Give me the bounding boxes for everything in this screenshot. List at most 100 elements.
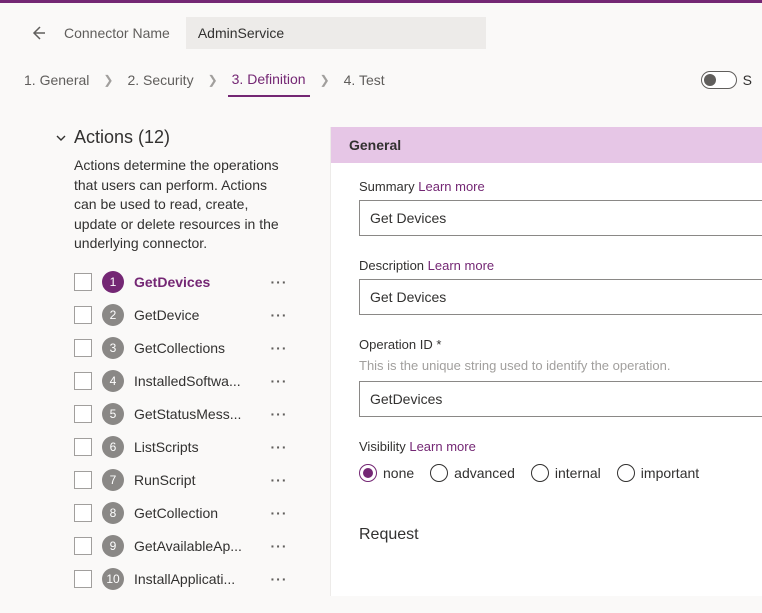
summary-label-row: Summary Learn more bbox=[359, 179, 762, 194]
connector-name-input[interactable] bbox=[186, 17, 486, 49]
radio-icon bbox=[617, 464, 635, 482]
visibility-learn-more-link[interactable]: Learn more bbox=[409, 439, 475, 454]
radio-dot bbox=[363, 468, 373, 478]
action-item[interactable]: 10 InstallApplicati... ··· bbox=[74, 563, 320, 596]
summary-field: Summary Learn more bbox=[359, 179, 762, 236]
swagger-toggle-wrap: S bbox=[701, 71, 752, 89]
action-number-badge: 7 bbox=[102, 469, 124, 491]
action-checkbox[interactable] bbox=[74, 372, 92, 390]
visibility-option-advanced[interactable]: advanced bbox=[430, 464, 515, 482]
actions-header[interactable]: Actions (12) bbox=[54, 127, 320, 148]
action-item[interactable]: 4InstalledSoftwa...··· bbox=[74, 365, 320, 398]
tab-test[interactable]: 4. Test bbox=[340, 64, 389, 96]
header: Connector Name bbox=[0, 3, 762, 63]
action-more-icon[interactable]: ··· bbox=[264, 406, 294, 422]
left-panel: Actions (12) Actions determine the opera… bbox=[0, 127, 330, 596]
action-item[interactable]: 6ListScripts··· bbox=[74, 431, 320, 464]
swagger-toggle[interactable] bbox=[701, 71, 737, 89]
summary-input[interactable] bbox=[359, 200, 762, 236]
action-more-icon[interactable]: ··· bbox=[264, 472, 294, 488]
chevron-right-icon: ❯ bbox=[320, 73, 330, 87]
action-number-badge: 9 bbox=[102, 535, 124, 557]
action-number-badge: 1 bbox=[102, 271, 124, 293]
action-number-badge: 5 bbox=[102, 403, 124, 425]
action-checkbox[interactable] bbox=[74, 504, 92, 522]
action-list: 1 GetDevices ··· 2 GetDevice ··· 3 GetCollectio… bbox=[54, 266, 320, 596]
action-label: RunScript bbox=[134, 472, 254, 488]
radio-label: important bbox=[641, 465, 699, 481]
actions-description: Actions determine the operations that us… bbox=[54, 156, 284, 254]
visibility-option-none[interactable]: none bbox=[359, 464, 414, 482]
action-item[interactable]: 2 GetDevice ··· bbox=[74, 299, 320, 332]
action-more-icon[interactable]: ··· bbox=[264, 307, 294, 323]
chevron-down-icon bbox=[54, 131, 68, 145]
operation-id-input[interactable] bbox=[359, 381, 762, 417]
operation-id-field: Operation ID * This is the unique string… bbox=[359, 337, 762, 417]
toggle-knob bbox=[704, 74, 716, 86]
radio-label: internal bbox=[555, 465, 601, 481]
action-number-badge: 2 bbox=[102, 304, 124, 326]
action-label: GetCollections bbox=[134, 340, 254, 356]
operation-id-label: Operation ID * bbox=[359, 337, 762, 352]
action-more-icon[interactable]: ··· bbox=[264, 439, 294, 455]
action-more-icon[interactable]: ··· bbox=[264, 373, 294, 389]
general-section-header: General bbox=[331, 127, 762, 163]
action-more-icon[interactable]: ··· bbox=[264, 538, 294, 554]
action-number-badge: 8 bbox=[102, 502, 124, 524]
action-item[interactable]: 1 GetDevices ··· bbox=[74, 266, 320, 299]
main-content: Actions (12) Actions determine the opera… bbox=[0, 97, 762, 596]
tab-security[interactable]: 2. Security bbox=[123, 64, 197, 96]
operation-id-hint: This is the unique string used to identi… bbox=[359, 358, 762, 373]
action-checkbox[interactable] bbox=[74, 471, 92, 489]
request-section-header: Request bbox=[331, 508, 762, 544]
radio-label: advanced bbox=[454, 465, 515, 481]
right-panel: General Summary Learn more Description L… bbox=[330, 127, 762, 596]
general-form: Summary Learn more Description Learn mor… bbox=[331, 163, 762, 508]
action-number-badge: 10 bbox=[102, 568, 124, 590]
visibility-label-row: Visibility Learn more bbox=[359, 439, 762, 454]
back-icon[interactable] bbox=[28, 23, 48, 43]
visibility-option-internal[interactable]: internal bbox=[531, 464, 601, 482]
swagger-label: S bbox=[743, 72, 752, 88]
action-more-icon[interactable]: ··· bbox=[264, 274, 294, 290]
tab-general[interactable]: 1. General bbox=[20, 64, 93, 96]
visibility-radio-group: none advanced internal important bbox=[359, 464, 762, 482]
action-label: GetAvailableAp... bbox=[134, 538, 254, 554]
connector-name-label: Connector Name bbox=[64, 25, 170, 41]
action-item[interactable]: 8 GetCollection ··· bbox=[74, 497, 320, 530]
action-checkbox[interactable] bbox=[74, 570, 92, 588]
visibility-field: Visibility Learn more none advanced intern… bbox=[359, 439, 762, 482]
description-learn-more-link[interactable]: Learn more bbox=[428, 258, 494, 273]
action-item[interactable]: 9 GetAvailableAp... ··· bbox=[74, 530, 320, 563]
action-checkbox[interactable] bbox=[74, 273, 92, 291]
action-label: InstalledSoftwa... bbox=[134, 373, 254, 389]
action-more-icon[interactable]: ··· bbox=[264, 571, 294, 587]
action-checkbox[interactable] bbox=[74, 339, 92, 357]
visibility-label: Visibility bbox=[359, 439, 406, 454]
summary-learn-more-link[interactable]: Learn more bbox=[418, 179, 484, 194]
action-checkbox[interactable] bbox=[74, 438, 92, 456]
action-checkbox[interactable] bbox=[74, 306, 92, 324]
visibility-option-important[interactable]: important bbox=[617, 464, 699, 482]
action-label: GetCollection bbox=[134, 505, 254, 521]
action-checkbox[interactable] bbox=[74, 537, 92, 555]
action-checkbox[interactable] bbox=[74, 405, 92, 423]
action-more-icon[interactable]: ··· bbox=[264, 340, 294, 356]
action-label: InstallApplicati... bbox=[134, 571, 254, 587]
action-label: GetDevices bbox=[134, 274, 254, 290]
radio-label: none bbox=[383, 465, 414, 481]
tab-definition[interactable]: 3. Definition bbox=[228, 63, 310, 97]
action-item[interactable]: 5GetStatusMess...··· bbox=[74, 398, 320, 431]
radio-icon bbox=[531, 464, 549, 482]
radio-icon bbox=[430, 464, 448, 482]
action-item[interactable]: 7 RunScript ··· bbox=[74, 464, 320, 497]
action-label: GetDevice bbox=[134, 307, 254, 323]
action-item[interactable]: 3 GetCollections ··· bbox=[74, 332, 320, 365]
summary-label: Summary bbox=[359, 179, 415, 194]
description-label-row: Description Learn more bbox=[359, 258, 762, 273]
description-input[interactable] bbox=[359, 279, 762, 315]
action-label: ListScripts bbox=[134, 439, 254, 455]
action-number-badge: 3 bbox=[102, 337, 124, 359]
action-more-icon[interactable]: ··· bbox=[264, 505, 294, 521]
description-label: Description bbox=[359, 258, 424, 273]
